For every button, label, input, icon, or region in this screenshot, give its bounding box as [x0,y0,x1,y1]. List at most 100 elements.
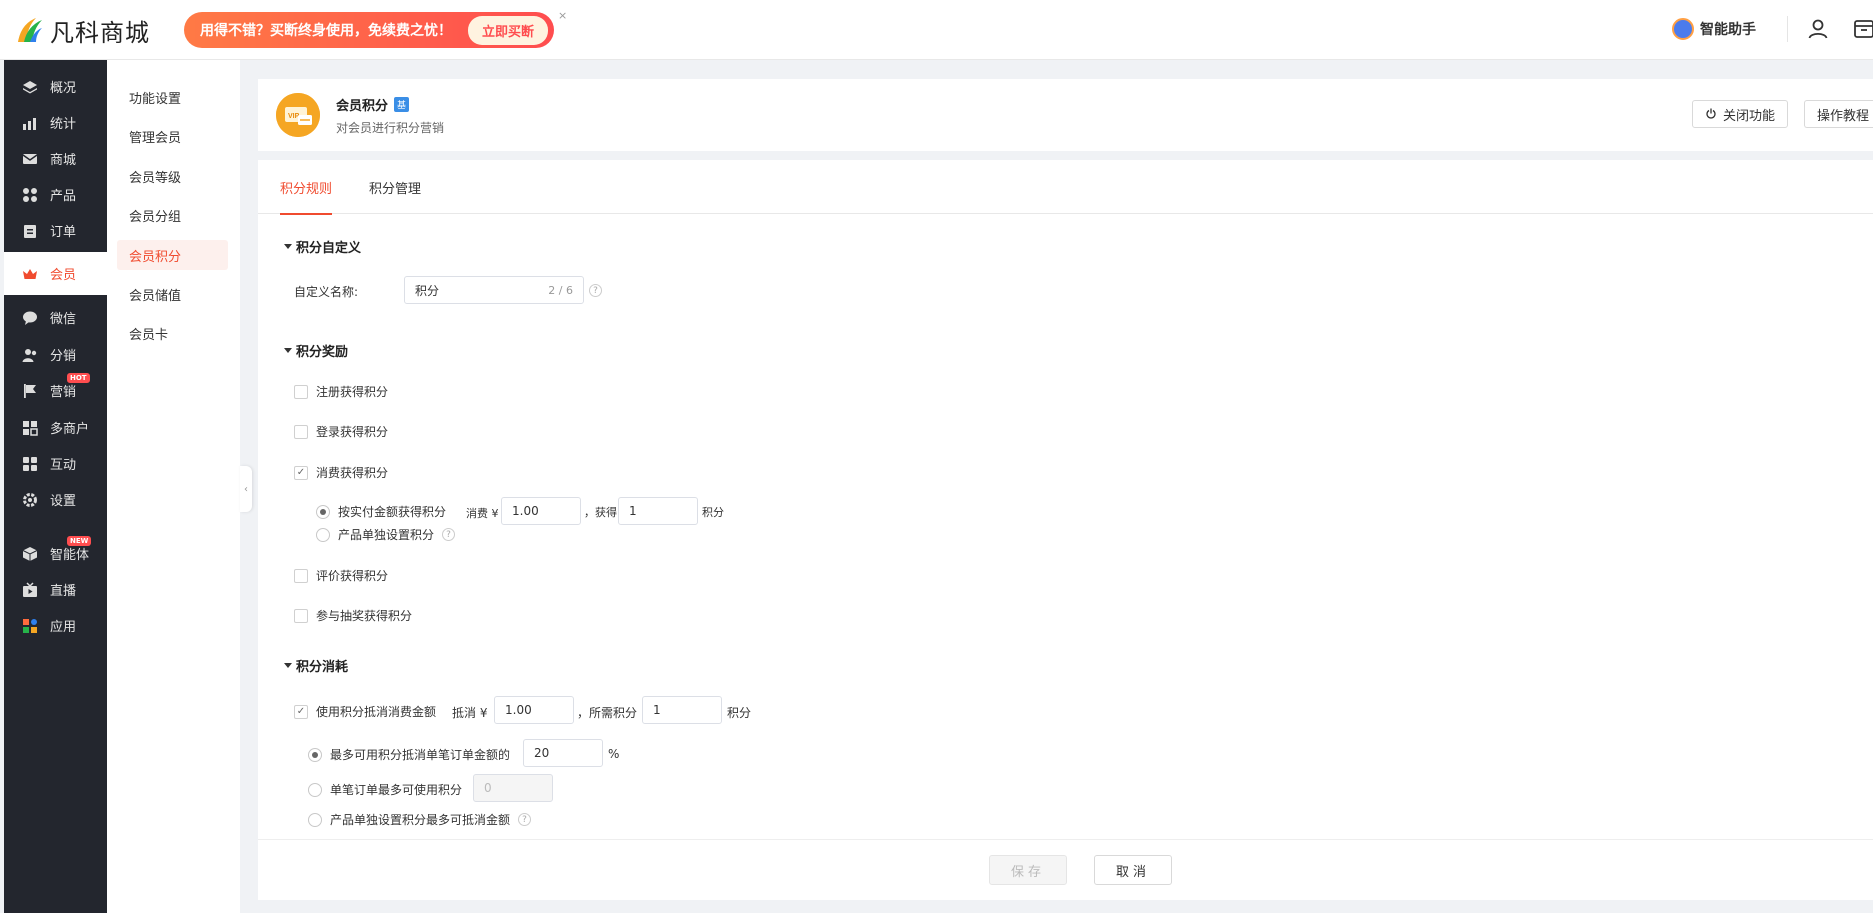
section-reward-title[interactable]: 积分奖励 [284,341,348,360]
points-unit: 积分 [727,706,752,720]
login-checkbox[interactable] [294,424,308,439]
caret-down-icon [284,244,292,249]
required-points-input[interactable]: 1 [642,696,722,724]
power-icon [1706,108,1716,119]
shop-icon[interactable] [1852,17,1873,41]
new-badge: NEW [67,536,92,546]
member-subnav: 功能设置 管理会员 会员等级 会员分组 会员积分 会员储值 会员卡 [107,60,240,913]
use-points-checkbox[interactable]: ✓ [294,704,308,719]
use-points-option[interactable]: ✓ 使用积分抵消消费金额 [294,703,436,720]
spend-amount-input[interactable]: 1.00 [501,497,581,525]
login-label: 登录获得积分 [316,425,389,439]
subnav-item-member-points[interactable]: 会员积分 [117,240,228,270]
review-label: 评价获得积分 [316,569,389,583]
collapse-subnav-handle[interactable]: ‹ [240,466,252,512]
assistant-label: 智能助手 [1700,22,1756,38]
layers-icon [22,79,38,95]
per-product-radio[interactable] [316,527,330,542]
custom-name-input[interactable]: 积分 2 / 6 [404,276,584,304]
max-percent-radio[interactable] [308,747,322,762]
robot-icon [1672,18,1694,40]
max-points-input[interactable]: 0 [473,774,553,802]
close-feature-button[interactable]: 关闭功能 [1692,100,1789,128]
assistant-button[interactable]: 智能助手 [1672,18,1756,40]
tab-points-management[interactable]: 积分管理 [369,178,421,213]
register-points-option[interactable]: 注册获得积分 [294,383,388,400]
crown-icon [22,266,38,282]
review-checkbox[interactable] [294,568,308,583]
max-points-option[interactable]: 单笔订单最多可使用积分 [308,781,462,798]
per-product-offset-option[interactable]: 产品单独设置积分最多可抵消金额 ? [308,811,532,828]
svg-text:VIP: VIP [288,113,300,120]
max-points-label: 单笔订单最多可使用积分 [330,783,463,797]
nav-label: 互动 [50,458,77,473]
nav-item-members[interactable]: 会员 [4,252,107,295]
points-unit: 积分 [702,506,724,519]
per-product-offset-radio[interactable] [308,812,322,827]
help-icon[interactable]: ? [442,528,456,541]
tutorial-button[interactable]: 操作教程 [1804,100,1873,128]
review-points-option[interactable]: 评价获得积分 [294,567,388,584]
max-points-radio[interactable] [308,782,322,797]
get-points-input[interactable]: 1 [618,497,698,525]
store-icon [22,420,38,436]
section-consume-label: 积分消耗 [296,660,349,675]
user-icon[interactable] [1806,17,1830,41]
section-consume-title[interactable]: 积分消耗 [284,656,348,675]
tab-points-rules[interactable]: 积分规则 [280,178,333,215]
section-custom-title[interactable]: 积分自定义 [284,237,361,256]
nav-label: 统计 [50,117,77,132]
header-divider [1787,16,1788,42]
brand-logo[interactable]: 凡科商城 [14,12,150,48]
buyout-button[interactable]: 立即买断 [467,15,548,45]
nav-item-apps[interactable]: 应用 [4,604,107,647]
nav-item-settings[interactable]: 设置 [4,478,107,521]
module-title-text: 会员积分 [336,99,389,114]
by-amount-radio[interactable] [316,504,330,519]
subnav-item-manage-members[interactable]: 管理会员 [117,121,228,151]
promo-banner[interactable]: 用得不错？买断终身使用，免续费之忧！ 立即买断 [184,12,554,48]
grid-icon [22,187,38,203]
subnav-item-member-groups[interactable]: 会员分组 [117,200,228,230]
nav-item-orders[interactable]: 订单 [4,209,107,252]
basic-tag: 基 [394,97,410,112]
mail-icon [22,151,38,167]
cancel-button[interactable]: 取消 [1094,855,1172,885]
login-points-option[interactable]: 登录获得积分 [294,423,388,440]
max-percent-input[interactable]: 20 [523,739,603,767]
consume-points-option[interactable]: ✓ 消费获得积分 [294,464,388,481]
save-button[interactable]: 保存 [989,855,1067,885]
nav-label: 分销 [50,349,77,364]
promo-close-icon[interactable]: × [558,10,570,22]
section-custom-label: 积分自定义 [296,241,362,256]
nav-label: 应用 [50,620,77,635]
custom-name-label: 自定义名称: [294,285,359,299]
required-label: ，所需积分 [577,706,638,720]
lottery-points-option[interactable]: 参与抽奖获得积分 [294,607,412,624]
subnav-item-member-stored-value[interactable]: 会员储值 [117,279,228,309]
register-checkbox[interactable] [294,384,308,399]
consume-label: 消费获得积分 [316,466,389,480]
use-points-label: 使用积分抵消消费金额 [316,705,437,719]
help-icon[interactable]: ? [518,813,532,826]
module-title: 会员积分 基 [336,95,410,114]
per-product-option[interactable]: 产品单独设置积分 ? [316,526,456,543]
caret-down-icon [284,663,292,668]
offset-amount-input[interactable]: 1.00 [494,696,574,724]
lottery-checkbox[interactable] [294,608,308,623]
gear-icon [22,492,38,508]
clipboard-icon [22,223,38,239]
module-description: 对会员进行积分营销 [336,121,445,135]
max-percent-option[interactable]: 最多可用积分抵消单笔订单金额的 [308,746,510,763]
subnav-item-member-card[interactable]: 会员卡 [117,318,228,348]
by-amount-option[interactable]: 按实付金额获得积分 [316,503,446,520]
tab-bar: 积分规则 积分管理 [258,160,1873,215]
subnav-item-function-settings[interactable]: 功能设置 [117,82,228,112]
by-amount-label: 按实付金额获得积分 [338,505,447,519]
module-header: VIP 会员积分 基 对会员进行积分营销 关闭功能 操作教程 [258,79,1873,151]
caret-down-icon [284,348,292,353]
help-icon[interactable]: ? [589,284,602,297]
chevron-left-icon: ‹ [244,483,248,495]
consume-checkbox[interactable]: ✓ [294,465,308,480]
subnav-item-member-levels[interactable]: 会员等级 [117,161,228,191]
